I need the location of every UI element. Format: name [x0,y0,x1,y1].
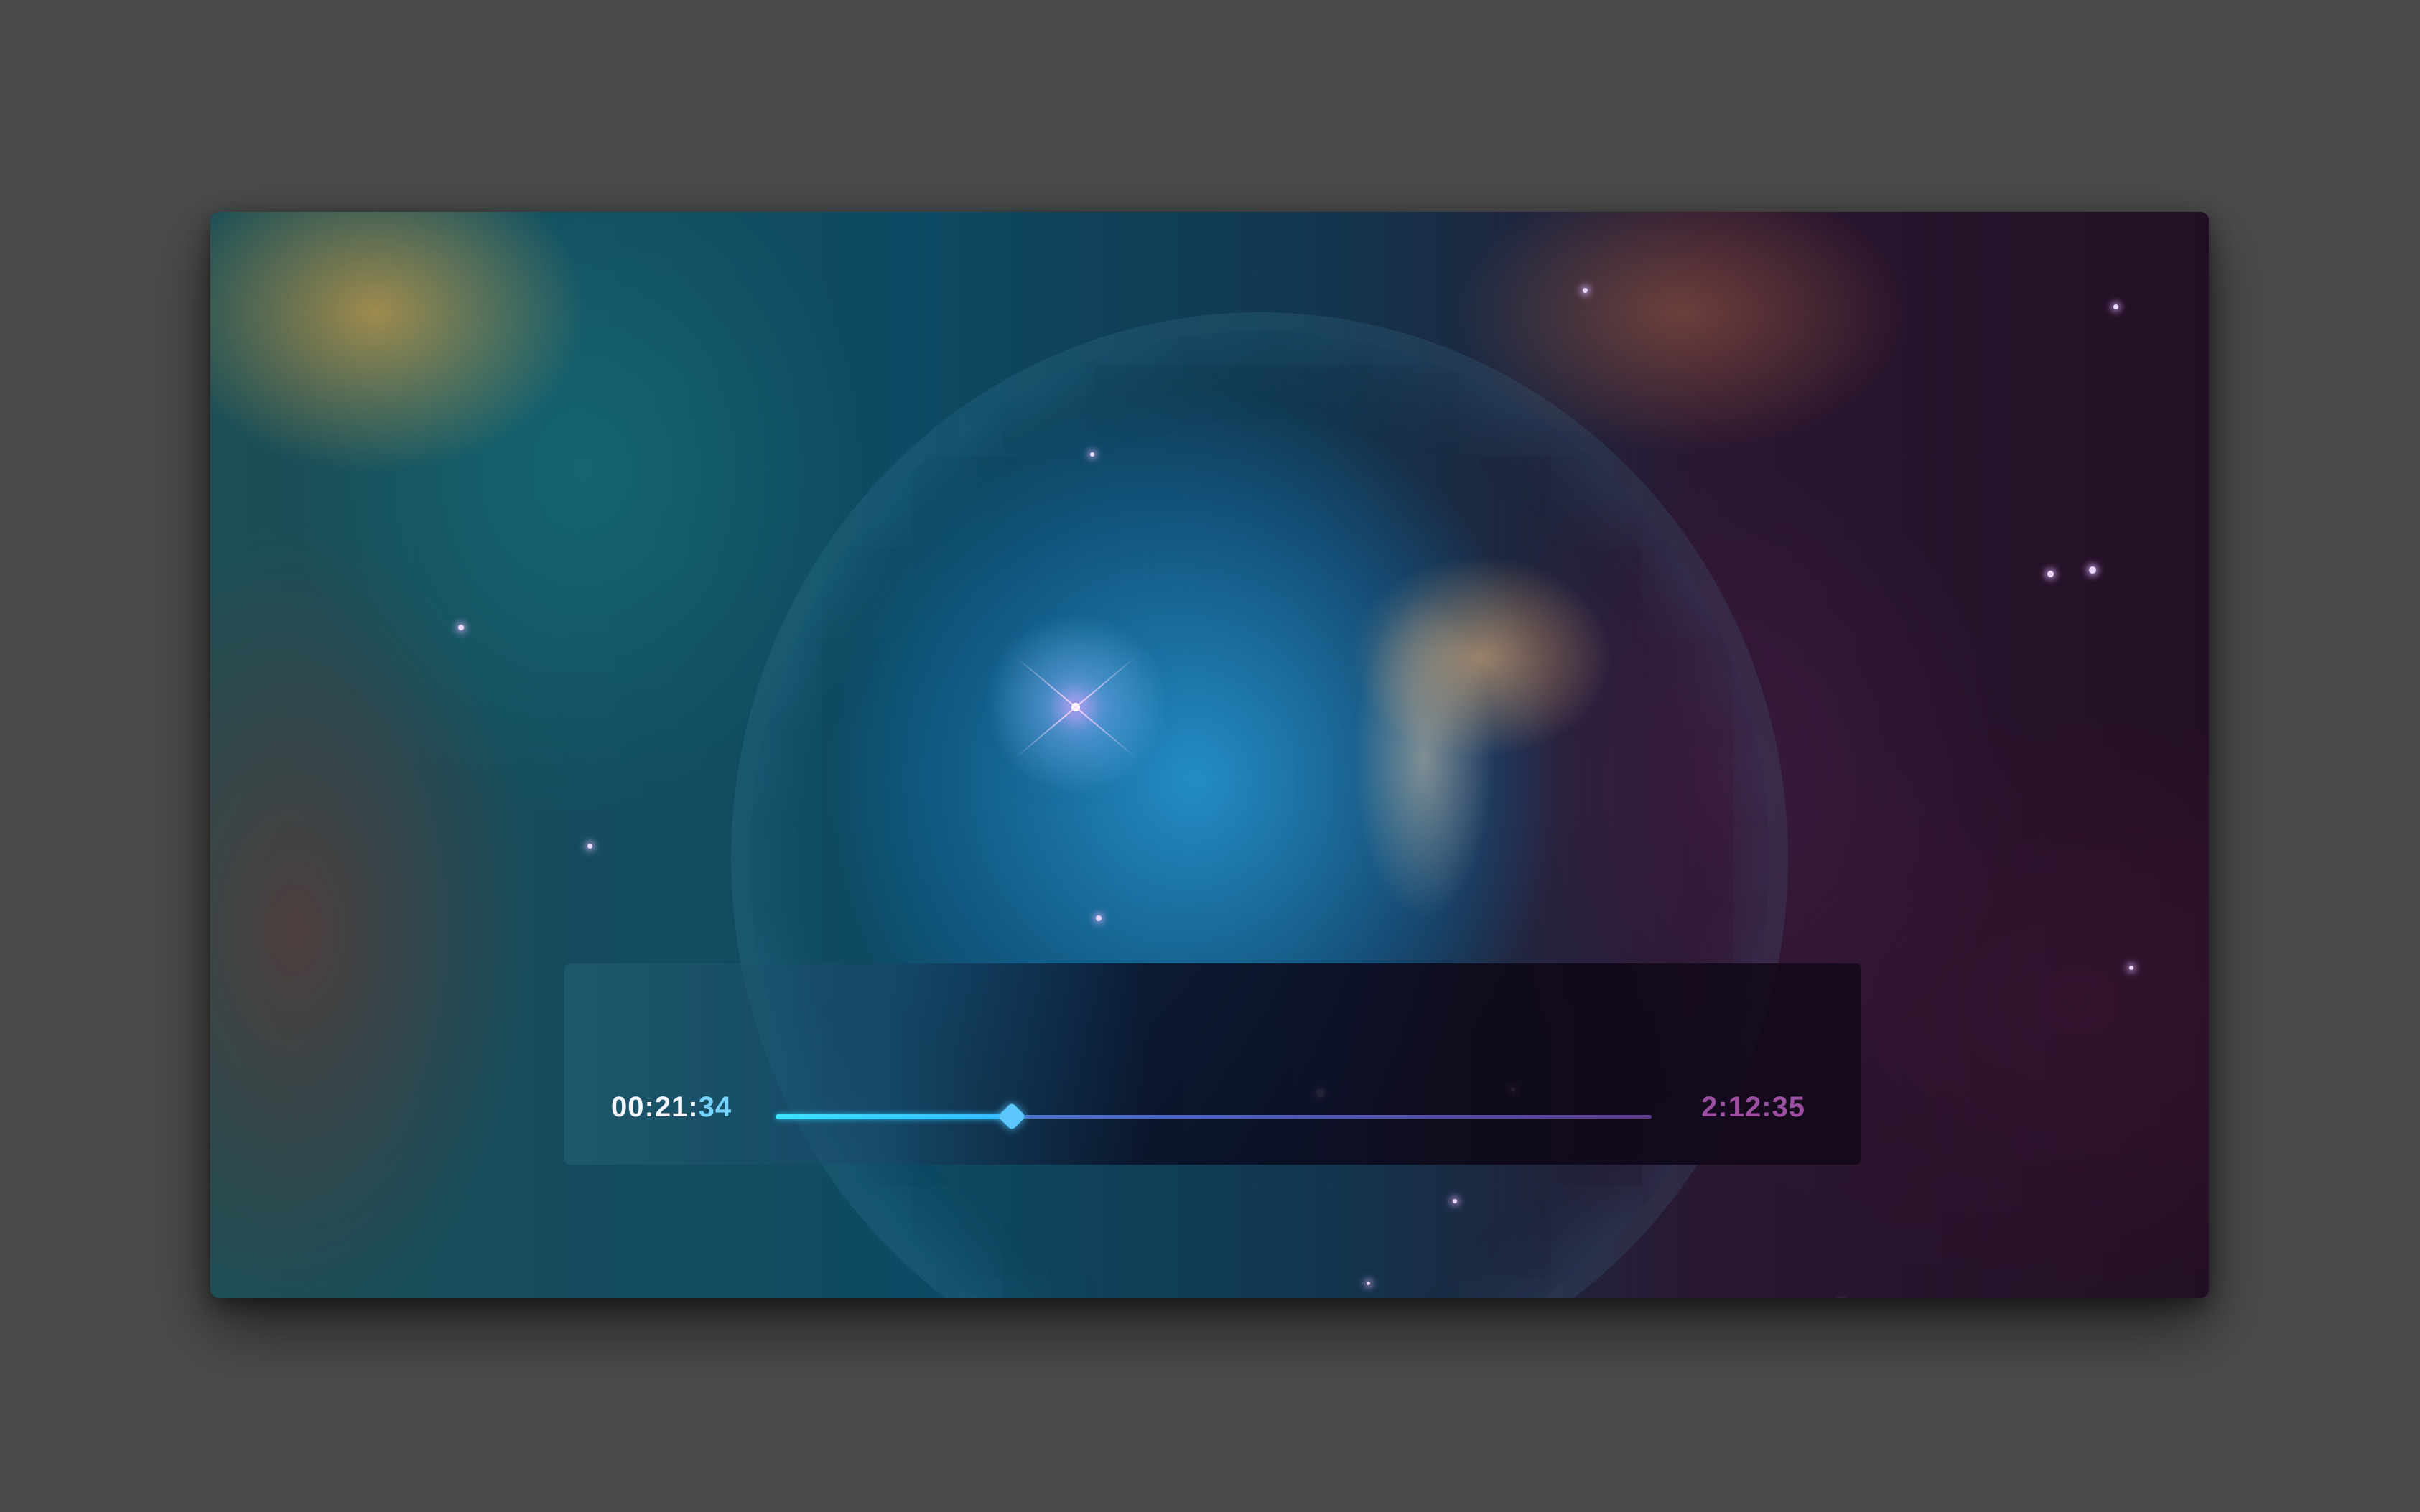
star [2089,566,2096,574]
video-player[interactable]: 00:21:34 2:12:35 [210,212,2209,1298]
star [1453,1199,1457,1203]
star [458,625,464,630]
seek-slider[interactable] [776,1102,1652,1131]
desktop-background: 00:21:34 2:12:35 [0,0,2420,1512]
star [1367,1282,1370,1285]
current-time-hours-minutes: 00:21: [611,1091,699,1123]
star [1096,915,1102,921]
seek-progress-fill [776,1114,1013,1119]
star [1090,452,1094,457]
playback-control-bar: 00:21:34 2:12:35 [564,963,1861,1165]
star [2113,304,2118,309]
total-duration-label: 2:12:35 [1701,1091,1805,1123]
diamond-thumb-icon[interactable] [997,1102,1027,1131]
current-time-label: 00:21:34 [611,1091,732,1124]
star [1583,288,1588,293]
star [2129,966,2133,970]
bright-star-flare [1071,703,1080,711]
current-time-seconds: 34 [698,1091,732,1123]
star [587,844,592,849]
star [2047,571,2054,577]
